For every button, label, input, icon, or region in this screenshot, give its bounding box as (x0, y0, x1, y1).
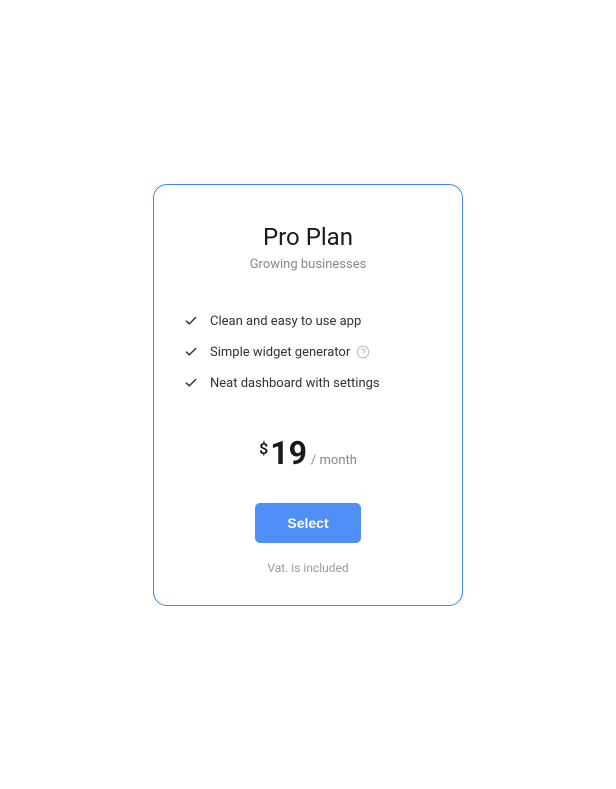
price-period: / month (311, 453, 357, 468)
check-icon (184, 314, 198, 328)
plan-title: Pro Plan (184, 223, 432, 251)
feature-label: Clean and easy to use app (210, 314, 361, 329)
feature-label: Neat dashboard with settings (210, 376, 380, 391)
plan-subtitle: Growing businesses (184, 257, 432, 272)
feature-item: Simple widget generator (184, 345, 432, 360)
feature-item: Clean and easy to use app (184, 314, 432, 329)
feature-list: Clean and easy to use app Simple widget … (184, 314, 432, 391)
feature-item: Neat dashboard with settings (184, 376, 432, 391)
check-icon (184, 376, 198, 390)
price-amount: 19 (270, 437, 307, 469)
check-icon (184, 345, 198, 359)
feature-label: Simple widget generator (210, 345, 350, 360)
currency-symbol: $ (259, 439, 268, 458)
vat-note: Vat. is included (184, 561, 432, 575)
price: $ 19 / month (184, 437, 432, 469)
pricing-card: Pro Plan Growing businesses Clean and ea… (153, 184, 463, 606)
help-icon[interactable] (356, 345, 370, 359)
select-button[interactable]: Select (255, 503, 361, 543)
